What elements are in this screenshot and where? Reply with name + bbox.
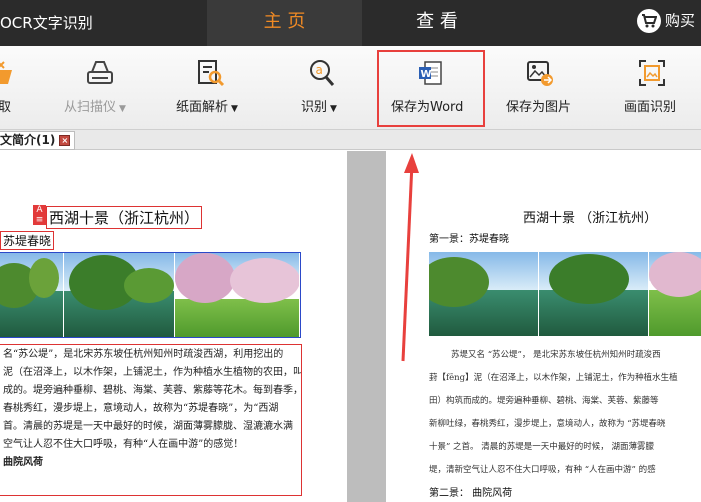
document-tab-strip: 文简介(1) × (0, 130, 701, 150)
source-title: 西湖十景（浙江杭州） (46, 206, 203, 229)
scanner-label: 从扫描仪 ▼ (64, 100, 126, 115)
document-tab[interactable]: 文简介(1) × (0, 131, 76, 150)
open-button[interactable]: 取 (0, 46, 14, 130)
source-line: 成的。堤旁遍种垂柳、碧桃、海棠、芙蓉、紫藤等花木。每到春季， (3, 385, 302, 396)
parse-document-icon (198, 60, 225, 87)
chevron-down-icon: ▼ (119, 104, 126, 114)
save-as-image-label: 保存为图片 (506, 100, 572, 115)
parse-document-label: 纸面解析 ▼ (176, 100, 238, 115)
source-subtitle: 苏堤春晓 (0, 231, 55, 250)
result-line: 葑【fēng】泥（在沼泽上，以木作架，上铺泥土，作为种植水生植 (429, 373, 678, 383)
source-line: 名“苏公堤”，是北宋苏东坡任杭州知州时疏浚西湖，利用挖出的 (3, 349, 284, 360)
chevron-down-icon: ▼ (330, 104, 337, 114)
close-icon[interactable]: × (59, 135, 71, 146)
photo (63, 253, 175, 337)
highlight-box (377, 50, 485, 127)
open-icon (0, 61, 12, 84)
recognize-button[interactable]: a 识别 ▼ (290, 46, 354, 130)
screen-capture-button[interactable]: 画面识别 (620, 46, 684, 130)
result-subtitle: 第一景：苏堤春晓 (429, 234, 509, 245)
source-line: 首。清晨的苏堤是一天中最好的时候，湖面薄雾朦胧、湿漉漉水满 (3, 421, 293, 432)
chevron-down-icon: ▼ (231, 104, 238, 114)
result-photos (429, 252, 701, 336)
source-line: 春桃秀红，漫步堤上，意境动人，故称为“苏堤春晓”，为“西湖 (3, 403, 279, 414)
screen-capture-label: 画面识别 (624, 100, 677, 115)
annotation-arrow (401, 153, 419, 362)
result-line: 十景” 之首。 清晨的苏堤是一天中最好的时候， 湖面薄雾朦 (429, 442, 654, 452)
parse-document-button[interactable]: 纸面解析 ▼ (172, 46, 252, 130)
top-bar: OCR文字识别 主 页 查 看 购买 (0, 0, 701, 46)
scanner-button[interactable]: 从扫描仪 ▼ (60, 46, 140, 130)
buy-label: 购买 (665, 11, 696, 30)
tab-home[interactable]: 主 页 (207, 0, 362, 46)
result-line: 苏堤又名 “苏公堤”， 是北宋苏东坡任杭州知州时疏浚西 (451, 350, 661, 360)
recognize-label: 识别 ▼ (301, 100, 337, 115)
source-page[interactable]: A ≡ 西湖十景（浙江杭州） 苏堤春晓 名“苏公堤”，是北宋苏东坡任杭州知州时疏浚… (0, 151, 347, 502)
recognize-icon: a (310, 60, 335, 86)
source-section-2: 曲院风荷 (3, 457, 43, 468)
open-label: 取 (0, 100, 12, 115)
source-line: 泥（在沼泽上，以木作架，上铺泥土，作为种植水生植物的农田，叫葑 (3, 367, 302, 378)
photo (649, 252, 701, 336)
save-as-image-button[interactable]: 保存为图片 (500, 46, 584, 130)
source-paragraph: 名“苏公堤”，是北宋苏东坡任杭州知州时疏浚西湖，利用挖出的 泥（在沼泽上，以木作… (0, 344, 302, 496)
photo (174, 253, 301, 337)
ocr-marker-icon: A ≡ (33, 205, 46, 225)
result-line: 堤，清新空气让人忍不住大口呼吸，有种 “人在画中游” 的感 (429, 465, 656, 475)
result-title: 西湖十景 （浙江杭州） (523, 211, 658, 226)
source-photos (0, 252, 301, 338)
result-line: 田）构筑而成的。堤旁遍种垂柳、碧桃、海棠、芙蓉、紫藤等 (429, 396, 659, 406)
scanner-icon (87, 61, 113, 84)
toolbar: 取 从扫描仪 ▼ 纸面解析 ▼ a 识别 ▼ W 保存为Word 保存为图片 画面识别 (0, 46, 701, 130)
photo (0, 253, 64, 337)
result-page[interactable]: 西湖十景 （浙江杭州） 第一景：苏堤春晓 苏堤又名 “苏公堤”， 是北宋苏东坡任… (386, 151, 701, 502)
pane-divider (347, 151, 386, 502)
tab-view[interactable]: 查 看 (362, 0, 512, 46)
svg-text:a: a (316, 63, 323, 77)
result-line: 新柳吐绿，春桃秀红，漫步堤上，意境动人，故称为 “苏堤春晓 (429, 419, 666, 429)
cart-icon (637, 9, 661, 33)
screen-capture-icon (639, 60, 665, 86)
buy-button[interactable]: 购买 (637, 9, 695, 33)
result-section-2: 第二景： 曲院风荷 (429, 488, 513, 499)
document-panes: A ≡ 西湖十景（浙江杭州） 苏堤春晓 名“苏公堤”，是北宋苏东坡任杭州知州时疏浚… (0, 151, 701, 502)
app-title: OCR文字识别 (0, 14, 93, 32)
source-line: 空气让人忍不住大口呼吸，有种“人在画中游”的感觉！ (3, 439, 244, 450)
photo (539, 252, 649, 336)
photo (429, 252, 539, 336)
document-tab-label: 文简介(1) (0, 133, 56, 147)
result-paragraph: 苏堤又名 “苏公堤”， 是北宋苏东坡任杭州知州时疏浚西 葑【fēng】泥（在沼泽… (429, 344, 701, 482)
save-image-icon (527, 61, 553, 86)
